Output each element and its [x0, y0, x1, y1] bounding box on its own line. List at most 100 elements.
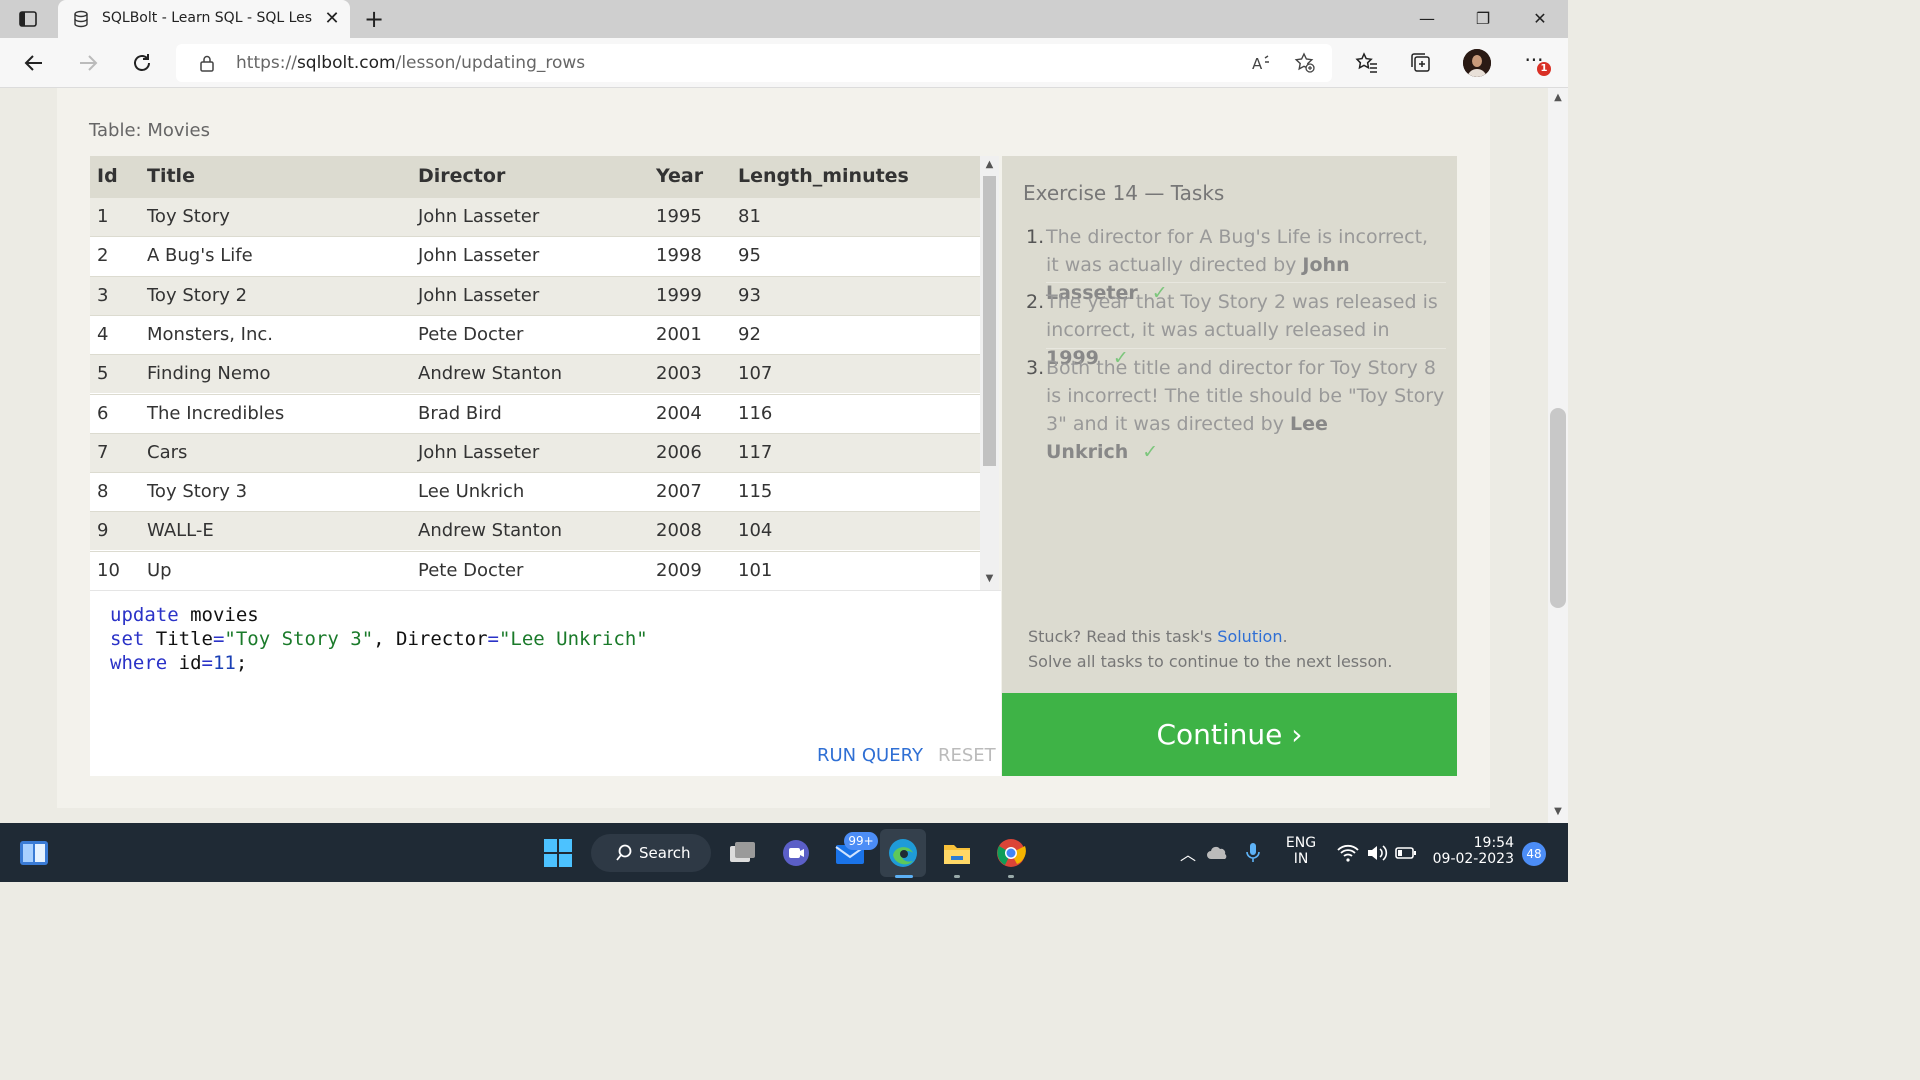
table-cell: John Lasseter — [418, 284, 540, 306]
language-code: ENG — [1285, 835, 1317, 851]
onedrive-icon[interactable] — [1206, 841, 1230, 865]
column-header: Year — [656, 165, 704, 187]
table-scrollbar[interactable]: ▲ ▼ — [980, 156, 999, 590]
table-cell: 2003 — [656, 363, 702, 385]
active-tab[interactable]: SQLBolt - Learn SQL - SQL Lesso ✕ — [58, 0, 350, 38]
restore-icon[interactable]: ❐ — [1463, 6, 1503, 32]
url-text[interactable]: https://sqlbolt.com/lesson/updating_rows — [236, 53, 585, 73]
table-cell: Lee Unkrich — [418, 481, 525, 503]
table-cell: Toy Story 3 — [147, 481, 248, 503]
table-cell: John Lasseter — [418, 206, 540, 227]
sql-code[interactable]: update movies set Title="Toy Story 3", D… — [110, 603, 648, 675]
table-cell: 1995 — [656, 206, 702, 227]
table-cell: 115 — [738, 481, 773, 503]
scrollbar-thumb[interactable] — [983, 176, 996, 466]
table-row: 3 Toy Story 2 John Lasseter 1999 93 — [90, 275, 980, 315]
table-row: 5 Finding Nemo Andrew Stanton 2003 107 — [90, 354, 980, 394]
active-indicator — [895, 875, 913, 878]
profile-photo-icon — [1463, 49, 1491, 77]
database-icon — [74, 10, 88, 28]
table-cell: 116 — [738, 402, 773, 424]
taskbar: Search 99+ ︿ ENG IN 19:54 09-02-2023 48 — [0, 823, 1568, 882]
scroll-down-icon[interactable]: ▼ — [1553, 806, 1563, 817]
close-tab-icon[interactable]: ✕ — [322, 9, 342, 29]
scroll-down-icon[interactable]: ▼ — [984, 574, 995, 584]
chrome-icon[interactable] — [995, 837, 1027, 869]
run-query-button[interactable]: RUN QUERY — [817, 745, 923, 766]
taskbar-search[interactable]: Search — [591, 834, 711, 872]
notification-count[interactable]: 48 — [1522, 842, 1546, 866]
close-window-icon[interactable]: ✕ — [1520, 6, 1560, 32]
table-row: 7 Cars John Lasseter 2006 117 — [90, 432, 980, 472]
language-indicator[interactable]: ENG IN — [1282, 835, 1320, 867]
sql-editor[interactable]: update movies set Title="Toy Story 3", D… — [90, 590, 1001, 776]
stuck-hint: Stuck? Read this task's Solution. — [1028, 627, 1288, 646]
scrollbar-thumb[interactable] — [1550, 408, 1566, 608]
table-row: 6 The Incredibles Brad Bird 2004 116 — [90, 393, 980, 433]
back-icon[interactable] — [22, 51, 46, 75]
table-cell: 117 — [738, 441, 773, 463]
table-cell: Brad Bird — [418, 402, 502, 424]
table-cell: 104 — [738, 520, 773, 542]
table-cell: 1999 — [656, 284, 702, 306]
task-view-icon[interactable] — [726, 837, 758, 869]
table-cell: Cars — [147, 441, 188, 463]
search-label: Search — [639, 844, 691, 862]
widgets-icon[interactable] — [18, 837, 50, 869]
solve-all-hint: Solve all tasks to continue to the next … — [1028, 652, 1393, 671]
table-cell: 7 — [97, 441, 109, 463]
table-cell: 10 — [97, 559, 120, 581]
profile-avatar[interactable] — [1463, 49, 1491, 77]
table-cell: 107 — [738, 363, 773, 385]
table-caption: Table: Movies — [89, 120, 210, 141]
table-cell: 92 — [738, 323, 761, 345]
table-cell: 2 — [97, 245, 109, 267]
scroll-up-icon[interactable]: ▲ — [1553, 92, 1563, 103]
table-cell: 2001 — [656, 323, 702, 345]
running-indicator — [954, 875, 960, 878]
navigation-bar: https://sqlbolt.com/lesson/updating_rows… — [0, 38, 1568, 88]
address-bar[interactable]: https://sqlbolt.com/lesson/updating_rows… — [176, 44, 1332, 82]
collections-icon[interactable] — [1409, 51, 1433, 75]
date: 09-02-2023 — [1432, 851, 1514, 867]
column-header: Length_minutes — [738, 165, 909, 187]
tab-strip: SQLBolt - Learn SQL - SQL Lesso ✕ + — ❐ … — [0, 0, 1568, 38]
table-row: 9 WALL-E Andrew Stanton 2008 104 — [90, 511, 980, 551]
table-cell: 1998 — [656, 245, 702, 267]
add-favorite-icon[interactable] — [1294, 52, 1316, 74]
edge-icon[interactable] — [887, 837, 919, 869]
tab-actions-icon[interactable] — [18, 9, 38, 29]
table-cell: 8 — [97, 481, 109, 503]
reset-button[interactable]: RESET — [938, 745, 996, 766]
task-number: 2. — [1026, 291, 1045, 313]
clock[interactable]: 19:54 09-02-2023 — [1428, 835, 1518, 867]
minimize-icon[interactable]: — — [1407, 6, 1447, 32]
time: 19:54 — [1473, 835, 1514, 851]
refresh-icon[interactable] — [130, 51, 154, 75]
continue-button[interactable]: Continue › — [1002, 693, 1457, 776]
volume-icon[interactable] — [1365, 841, 1389, 865]
table-cell: 2004 — [656, 402, 702, 424]
microphone-icon[interactable] — [1243, 841, 1263, 865]
table-cell: Finding Nemo — [147, 363, 271, 385]
teams-chat-icon[interactable] — [780, 837, 812, 869]
read-aloud-icon[interactable]: A — [1250, 52, 1272, 74]
solution-link[interactable]: Solution — [1217, 627, 1282, 646]
favorites-icon[interactable] — [1355, 51, 1379, 75]
forward-icon[interactable] — [76, 51, 100, 75]
battery-icon[interactable] — [1394, 841, 1418, 865]
column-header: Title — [147, 165, 195, 187]
divider — [1046, 282, 1446, 283]
start-icon[interactable] — [542, 837, 574, 869]
file-explorer-icon[interactable] — [941, 837, 973, 869]
wifi-icon[interactable] — [1336, 841, 1360, 865]
new-tab-icon[interactable]: + — [362, 7, 386, 31]
lock-icon[interactable] — [198, 54, 216, 72]
table-row: 10 Up Pete Docter 2009 101 — [90, 550, 980, 590]
table-cell: Andrew Stanton — [418, 363, 563, 385]
page-scrollbar[interactable]: ▲ ▼ — [1548, 88, 1568, 823]
task-text: Both the title and director for Toy Stor… — [1046, 357, 1445, 463]
table-row: 1 Toy Story John Lasseter 1995 81 — [90, 197, 980, 236]
scroll-up-icon[interactable]: ▲ — [984, 160, 995, 170]
chevron-up-icon[interactable]: ︿ — [1180, 841, 1196, 865]
